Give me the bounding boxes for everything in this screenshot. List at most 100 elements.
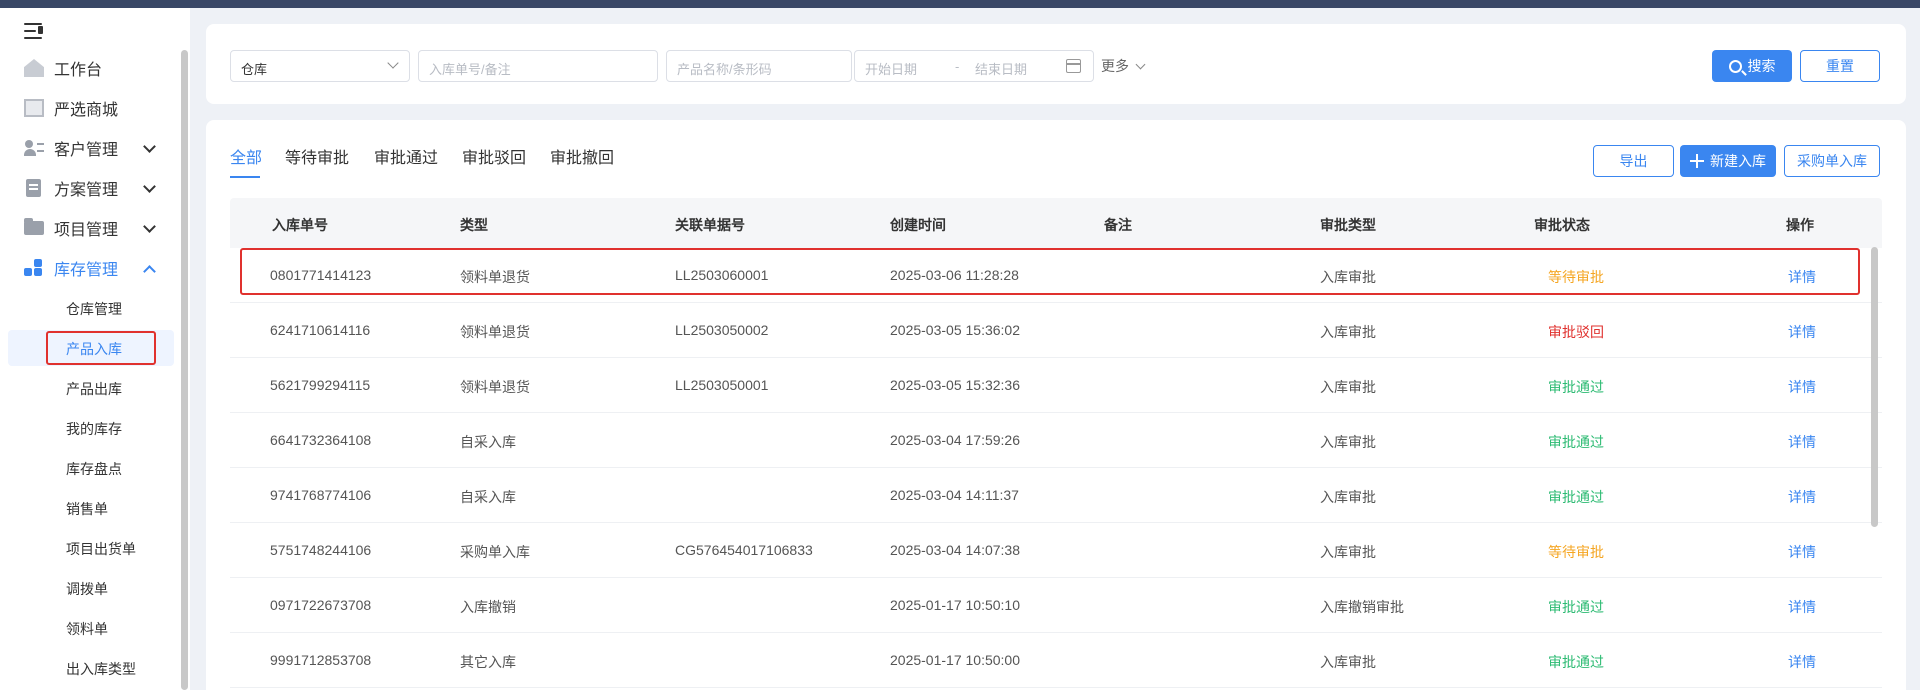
table-row[interactable]: 9741768774106 自采入库 2025-03-04 14:11:37 入库审批… — [230, 468, 1882, 523]
image-icon — [24, 99, 44, 117]
tab-all[interactable]: 全部 — [230, 144, 262, 168]
search-button[interactable]: 搜索 — [1712, 50, 1792, 82]
inbound-no-input[interactable]: 入库单号/备注 — [418, 50, 658, 82]
detail-link[interactable]: 详情 — [1788, 377, 1816, 397]
detail-link[interactable]: 详情 — [1788, 322, 1816, 342]
sidebar-sub-warehouse[interactable]: 仓库管理 — [0, 290, 180, 326]
sidebar-sub-project-shipment[interactable]: 项目出货单 — [0, 530, 180, 566]
sidebar: 工作台 严选商城 客户管理 方案管理 项目管理 库存管理 仓库管理 产品入库 产… — [0, 8, 190, 690]
cell-type: 采购单入库 — [460, 544, 530, 560]
tab-pending[interactable]: 等待审批 — [285, 144, 349, 168]
table-row[interactable]: 5751748244106 采购单入库 CG576454017106833 2025-… — [230, 523, 1882, 578]
detail-link[interactable]: 详情 — [1788, 487, 1816, 507]
cell-type: 入库撤销 — [460, 599, 516, 615]
table-row[interactable]: 6241710614116 领料单退货 LL2503050002 2025-03-05… — [230, 303, 1882, 358]
cell-inbound-no: 5751748244106 — [270, 542, 372, 558]
cell-approval-status: 审批通过 — [1548, 489, 1604, 505]
sidebar-item-projects[interactable]: 项目管理 — [0, 208, 180, 248]
user-icon — [24, 139, 44, 157]
sidebar-sub-io-types[interactable]: 出入库类型 — [0, 650, 180, 686]
cell-created: 2025-03-04 14:07:38 — [890, 542, 1020, 558]
cell-approval-status: 审批通过 — [1548, 379, 1604, 395]
sidebar-item-workbench[interactable]: 工作台 — [0, 48, 180, 88]
sidebar-sub-sales-order[interactable]: 销售单 — [0, 490, 180, 526]
cell-approval-type: 入库审批 — [1320, 379, 1376, 395]
cell-approval-type: 入库审批 — [1320, 489, 1376, 505]
col-ref-no: 关联单据号 — [675, 217, 745, 233]
search-icon — [1728, 59, 1742, 73]
sidebar-scrollbar[interactable] — [181, 50, 188, 690]
chevron-down-icon — [1135, 59, 1146, 70]
folder-icon — [24, 218, 44, 235]
cell-type: 领料单退货 — [460, 324, 530, 340]
reset-button[interactable]: 重置 — [1800, 50, 1880, 82]
warehouse-select[interactable]: 仓库 — [230, 50, 410, 82]
sidebar-item-inventory[interactable]: 库存管理 — [0, 248, 180, 288]
col-approval-status: 审批状态 — [1534, 217, 1590, 233]
tab-rejected[interactable]: 审批驳回 — [462, 144, 526, 168]
home-icon — [24, 59, 44, 77]
sidebar-item-plans[interactable]: 方案管理 — [0, 168, 180, 208]
cell-approval-status: 审批驳回 — [1548, 324, 1604, 340]
main-panel: 全部 等待审批 审批通过 审批驳回 审批撤回 导出 新建入库 采购单入库 入库单… — [206, 120, 1906, 690]
cell-created: 2025-03-04 17:59:26 — [890, 432, 1020, 448]
tab-approved[interactable]: 审批通过 — [374, 144, 438, 168]
purchase-inbound-button[interactable]: 采购单入库 — [1784, 145, 1880, 177]
cell-type: 其它入库 — [460, 654, 516, 670]
date-range-picker[interactable]: 开始日期 - 结束日期 — [854, 50, 1094, 82]
table-row[interactable]: 0971722673708 入库撤销 2025-01-17 10:50:10 入库撤销… — [230, 578, 1882, 633]
sidebar-sub-transfer[interactable]: 调拨单 — [0, 570, 180, 606]
inventory-icon — [24, 259, 44, 277]
detail-link[interactable]: 详情 — [1788, 432, 1816, 452]
chevron-down-icon — [387, 57, 399, 69]
table-row[interactable]: 6641732364108 自采入库 2025-03-04 17:59:26 入库审批… — [230, 413, 1882, 468]
sidebar-sub-requisition[interactable]: 领料单 — [0, 610, 180, 646]
cell-approval-status: 审批通过 — [1548, 654, 1604, 670]
cell-created: 2025-01-17 10:50:10 — [890, 597, 1020, 613]
sidebar-sub-stocktake[interactable]: 库存盘点 — [0, 450, 180, 486]
product-search-input[interactable]: 产品名称/条形码 — [666, 50, 852, 82]
sidebar-sub-product-outbound[interactable]: 产品出库 — [0, 370, 180, 406]
cell-approval-status: 审批通过 — [1548, 599, 1604, 615]
sidebar-item-customers[interactable]: 客户管理 — [0, 128, 180, 168]
cell-approval-type: 入库撤销审批 — [1320, 599, 1404, 615]
cell-inbound-no: 0971722673708 — [270, 597, 372, 613]
cell-type: 领料单退货 — [460, 379, 530, 395]
active-tab-indicator — [230, 176, 260, 178]
col-actions: 操作 — [1786, 217, 1814, 233]
cell-created: 2025-03-05 15:36:02 — [890, 322, 1020, 338]
table-row[interactable]: 9991712853708 其它入库 2025-01-17 10:50:00 入库审批… — [230, 633, 1882, 688]
sidebar-item-mall[interactable]: 严选商城 — [0, 88, 180, 128]
col-inbound-no: 入库单号 — [272, 217, 328, 233]
table-header: 入库单号 类型 关联单据号 创建时间 备注 审批类型 审批状态 操作 — [230, 198, 1882, 248]
document-icon — [26, 179, 41, 197]
more-filters-toggle[interactable]: 更多 — [1101, 56, 1146, 76]
col-approval-type: 审批类型 — [1320, 217, 1376, 233]
cell-ref-no: LL2503050001 — [675, 377, 769, 393]
cell-inbound-no: 6641732364108 — [270, 432, 372, 448]
detail-link[interactable]: 详情 — [1788, 542, 1816, 562]
cell-type: 自采入库 — [460, 489, 516, 505]
sidebar-sub-my-stock[interactable]: 我的库存 — [0, 410, 180, 446]
table-row[interactable]: 5621799294115 领料单退货 LL2503050001 2025-03-05… — [230, 358, 1882, 413]
new-inbound-button[interactable]: 新建入库 — [1680, 145, 1776, 177]
chevron-down-icon — [143, 140, 156, 153]
tab-withdrawn[interactable]: 审批撤回 — [550, 144, 614, 168]
cell-inbound-no: 5621799294115 — [270, 377, 371, 393]
calendar-icon — [1066, 59, 1081, 73]
cell-inbound-no: 9741768774106 — [270, 487, 372, 503]
cell-ref-no: CG576454017106833 — [675, 542, 813, 558]
detail-link[interactable]: 详情 — [1788, 597, 1816, 617]
export-button[interactable]: 导出 — [1593, 145, 1674, 177]
cell-inbound-no: 6241710614116 — [270, 322, 371, 338]
menu-toggle-icon[interactable] — [24, 20, 46, 40]
chevron-up-icon — [143, 265, 156, 278]
detail-link[interactable]: 详情 — [1788, 652, 1816, 672]
filter-panel: 仓库 入库单号/备注 产品名称/条形码 开始日期 - 结束日期 更多 搜索 重置 — [206, 24, 1906, 104]
plus-icon — [1690, 154, 1704, 168]
cell-approval-type: 入库审批 — [1320, 544, 1376, 560]
sidebar-sub-product-inbound[interactable]: 产品入库 — [8, 330, 174, 366]
cell-created: 2025-03-04 14:11:37 — [890, 487, 1019, 503]
table-scrollbar[interactable] — [1871, 247, 1878, 527]
col-created: 创建时间 — [890, 217, 946, 233]
